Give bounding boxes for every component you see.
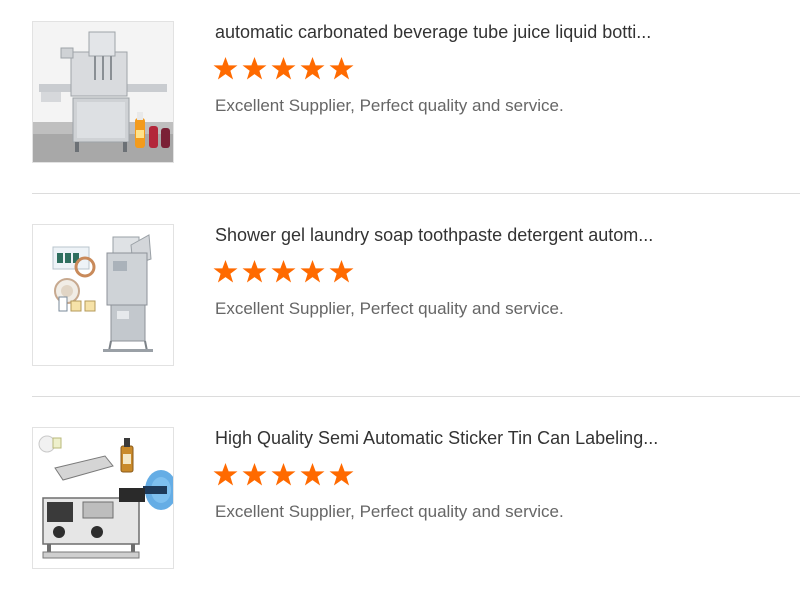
star-icon xyxy=(329,463,354,486)
star-icon xyxy=(329,57,354,80)
review-text: Excellent Supplier, Perfect quality and … xyxy=(215,502,564,521)
labeling-machine-image xyxy=(33,428,173,568)
product-title[interactable]: Shower gel laundry soap toothpaste deter… xyxy=(215,223,775,247)
review-item: High Quality Semi Automatic Sticker Tin … xyxy=(0,414,800,593)
star-icon xyxy=(213,463,238,486)
product-thumbnail[interactable] xyxy=(32,427,174,569)
star-rating xyxy=(213,259,354,287)
star-rating xyxy=(213,56,354,84)
review-list: automatic carbonated beverage tube juice… xyxy=(0,0,800,593)
star-icon xyxy=(271,57,296,80)
review-item: automatic carbonated beverage tube juice… xyxy=(0,8,800,198)
divider xyxy=(32,193,800,194)
star-icon xyxy=(242,57,267,80)
review-text: Excellent Supplier, Perfect quality and … xyxy=(215,299,564,318)
divider xyxy=(32,396,800,397)
star-icon xyxy=(300,463,325,486)
review-text: Excellent Supplier, Perfect quality and … xyxy=(215,96,564,115)
star-icon xyxy=(271,260,296,283)
product-title[interactable]: automatic carbonated beverage tube juice… xyxy=(215,20,775,44)
star-icon xyxy=(242,260,267,283)
star-rating xyxy=(213,462,354,490)
star-icon xyxy=(213,260,238,283)
star-icon xyxy=(329,260,354,283)
review-item: Shower gel laundry soap toothpaste deter… xyxy=(0,211,800,401)
sachet-packing-machine-image xyxy=(33,225,173,365)
product-title[interactable]: High Quality Semi Automatic Sticker Tin … xyxy=(215,426,775,450)
product-thumbnail[interactable] xyxy=(32,21,174,163)
liquid-filling-machine-image xyxy=(33,22,173,162)
star-icon xyxy=(242,463,267,486)
star-icon xyxy=(271,463,296,486)
star-icon xyxy=(300,57,325,80)
star-icon xyxy=(213,57,238,80)
star-icon xyxy=(300,260,325,283)
product-thumbnail[interactable] xyxy=(32,224,174,366)
